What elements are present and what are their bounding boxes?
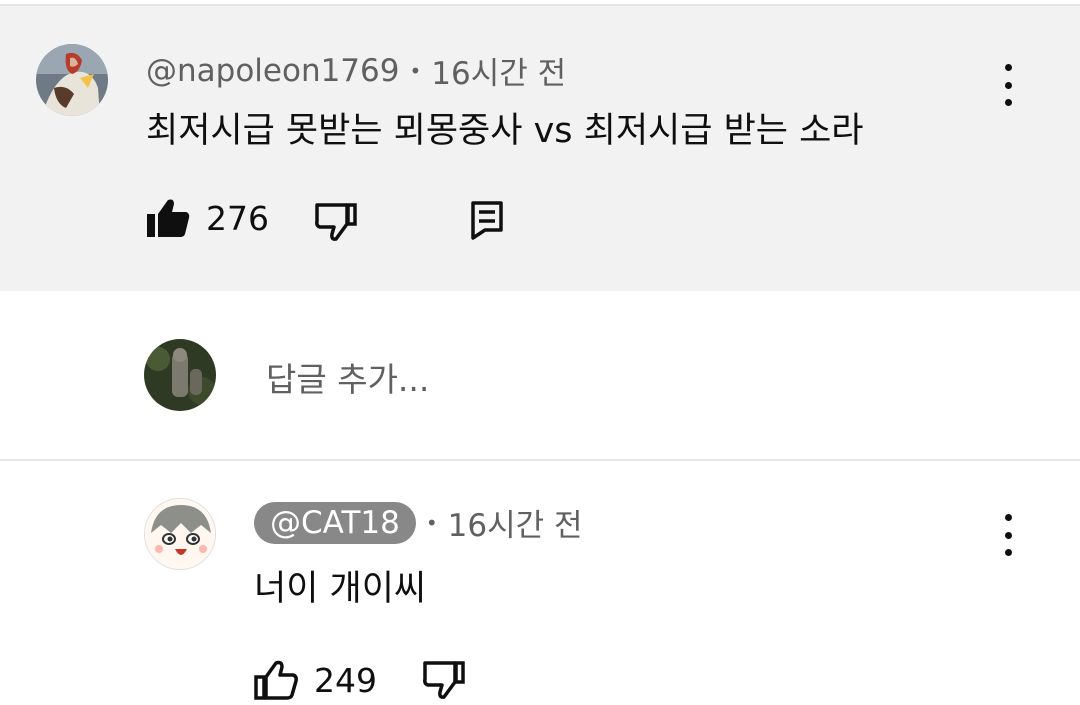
like-button[interactable]: 276: [146, 198, 269, 238]
comment-meta: @CAT18 • 16시간 전: [254, 500, 583, 545]
more-vert-icon: [1004, 64, 1012, 71]
user-avatar-image: [144, 339, 216, 411]
more-vert-dot: [1004, 81, 1012, 89]
more-vert-dot: [1004, 99, 1012, 106]
napoleon-avatar-image: [36, 44, 108, 116]
more-vert-icon: [1004, 514, 1012, 521]
thumb-down-icon: [315, 203, 357, 241]
liked-thumb-up-icon: [147, 199, 190, 237]
dislike-button[interactable]: [314, 202, 358, 242]
dislike-button[interactable]: [422, 660, 466, 700]
like-count: 249: [314, 660, 377, 700]
comment-text: 최저시급 못받는 뫼몽중사 vs 최저시급 받는 소라: [146, 111, 864, 151]
comment-time: 16시간 전: [447, 508, 583, 544]
more-vert-dot: [1004, 531, 1012, 539]
current-user-avatar: [144, 339, 216, 411]
avatar[interactable]: [36, 44, 108, 116]
thumb-up-outline-icon: [254, 660, 298, 700]
comment-meta: @napoleon1769 • 16시간 전: [146, 48, 566, 93]
highlighted-comment: @napoleon1769 • 16시간 전 최저시급 못받는 뫼몽중사 vs …: [0, 6, 1080, 291]
comment-text: 너이 개이씨: [254, 569, 427, 609]
add-reply-input[interactable]: 답글 추가...: [266, 353, 429, 401]
section-divider: [0, 459, 1080, 461]
like-count: 276: [206, 198, 269, 238]
author-name[interactable]: @napoleon1769: [146, 53, 399, 89]
reply-button[interactable]: [470, 200, 504, 240]
thumb-down-icon: [423, 661, 465, 699]
more-options-button[interactable]: [996, 60, 1020, 110]
avatar[interactable]: [144, 498, 216, 570]
reply-icon: [471, 201, 503, 240]
more-vert-dot: [1004, 549, 1012, 556]
separator-dot: •: [425, 510, 438, 535]
comment-time: 16시간 전: [431, 56, 567, 92]
like-button[interactable]: 249: [254, 660, 377, 700]
separator-dot: •: [409, 58, 422, 83]
author-badge[interactable]: @CAT18: [254, 501, 416, 544]
more-options-button[interactable]: [996, 510, 1020, 560]
cartoon-avatar-image: [145, 499, 215, 569]
